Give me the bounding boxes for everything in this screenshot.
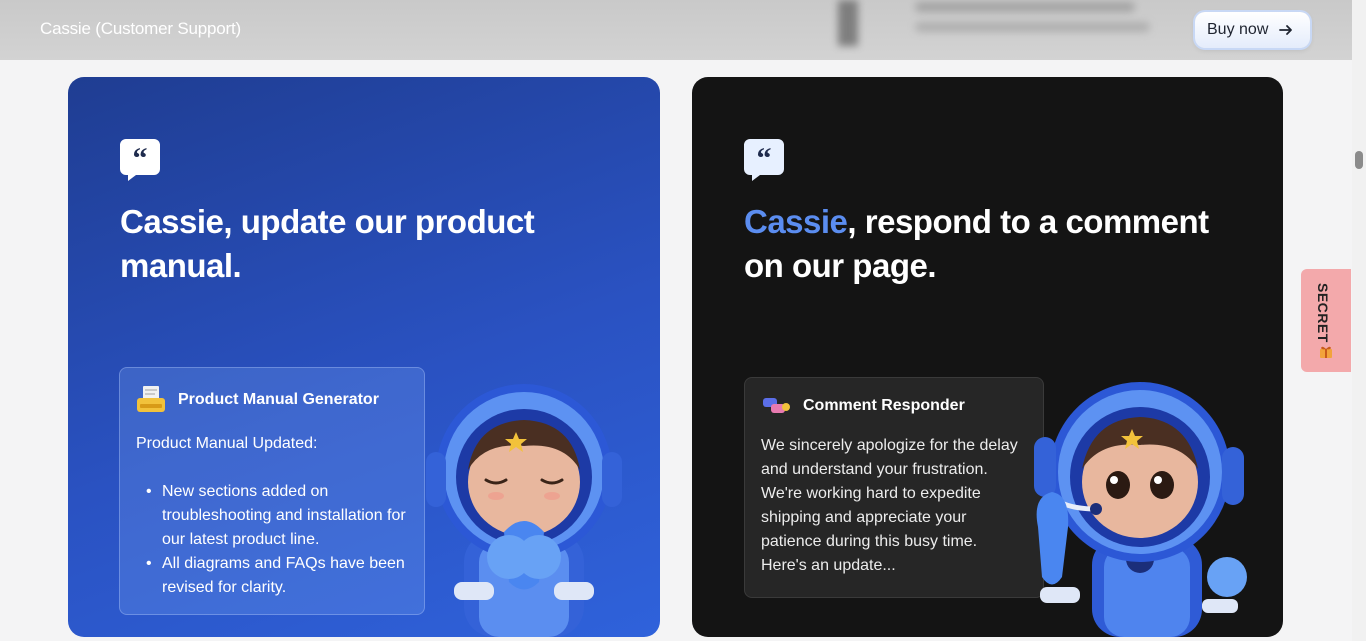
quote-icon: “ (744, 139, 784, 181)
scrollbar-thumb[interactable] (1355, 151, 1363, 169)
bullet-list: New sections added on troubleshooting an… (136, 480, 408, 600)
panel-body: We sincerely apologize for the delay and… (761, 437, 1018, 574)
heading-accent: Cassie (744, 203, 848, 240)
list-item: New sections added on troubleshooting an… (136, 480, 408, 552)
chat-bubbles-icon (763, 398, 790, 413)
buy-now-label: Buy now (1207, 21, 1269, 38)
blurred-background-text-2 (915, 22, 1150, 32)
vertical-scrollbar[interactable] (1352, 0, 1366, 641)
printer-icon (137, 386, 165, 412)
secret-side-tab[interactable]: SECRET (1301, 269, 1351, 372)
feature-card-manual: “ Cassie, update our product manual. Pro… (68, 77, 660, 637)
top-header: Cassie (Customer Support) Buy now (0, 0, 1352, 60)
card-heading: Cassie, respond to a comment on our page… (744, 200, 1224, 288)
astronaut-mascot-image (426, 384, 622, 637)
arrow-right-icon (1279, 25, 1293, 35)
astronaut-mascot-image (1034, 382, 1247, 637)
buy-now-button[interactable]: Buy now (1195, 12, 1310, 48)
product-manual-panel: Product Manual Generator Product Manual … (119, 367, 425, 615)
list-item: All diagrams and FAQs have been revised … (136, 552, 408, 600)
panel-intro: Product Manual Updated: (136, 435, 318, 452)
svg-text:“: “ (133, 142, 148, 175)
svg-text:“: “ (757, 142, 772, 175)
panel-title: Comment Responder (803, 397, 965, 414)
secret-tab-label: SECRET (1315, 283, 1331, 343)
quote-icon: “ (120, 139, 160, 181)
feature-card-comment: “ Cassie, respond to a comment on our pa… (692, 77, 1283, 637)
comment-responder-panel: Comment Responder We sincerely apologize… (744, 377, 1044, 598)
blurred-background-image (838, 0, 858, 46)
page-title: Cassie (Customer Support) (40, 19, 241, 38)
heading-text: Cassie, update our product manual. (120, 203, 535, 284)
panel-title: Product Manual Generator (178, 391, 379, 408)
blurred-background-text (915, 2, 1135, 12)
gift-icon (1320, 346, 1332, 358)
card-heading: Cassie, update our product manual. (120, 200, 560, 288)
